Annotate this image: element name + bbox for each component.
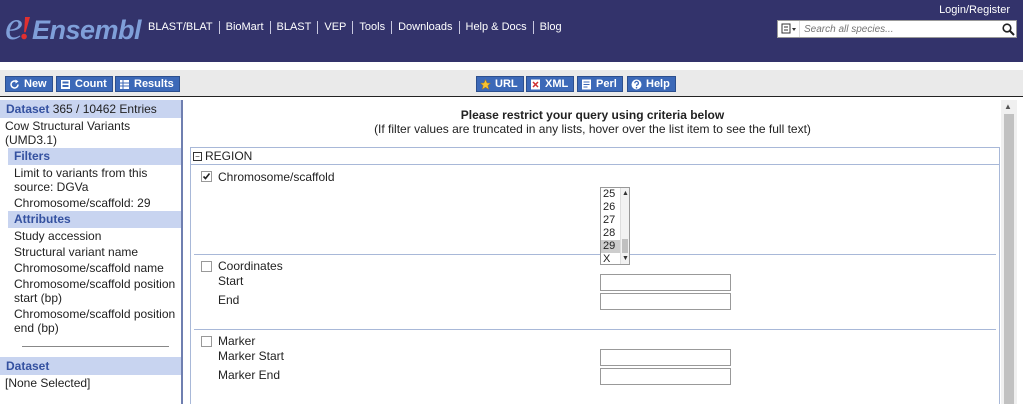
marker-filter: Marker Marker Start Marker End: [194, 330, 996, 404]
chromosome-option[interactable]: 25: [601, 188, 621, 201]
sidebar-divider: [22, 346, 169, 347]
attribute-summary-item: Structural variant name: [14, 245, 139, 259]
attribute-summary-item: Chromosome/scaffold position start (bp): [14, 277, 176, 305]
coordinates-checkbox[interactable]: [201, 261, 212, 272]
filter-panel: Please restrict your query using criteri…: [185, 100, 1000, 404]
region-section: − REGION Chromosome/scaffold 25 26 27 28…: [190, 147, 1000, 404]
attribute-summary-item: Chromosome/scaffold position end (bp): [14, 307, 176, 335]
new-button[interactable]: New: [5, 76, 53, 92]
page-scroll-thumb[interactable]: [1004, 114, 1014, 404]
refresh-icon: [9, 79, 20, 90]
nav-biomart[interactable]: BioMart: [220, 21, 271, 34]
panel-title: Please restrict your query using criteri…: [460, 108, 725, 122]
results-button[interactable]: Results: [115, 76, 180, 92]
count-icon: [60, 79, 71, 90]
dataset-name: Cow Structural Variants (UMD3.1): [5, 119, 131, 147]
chromosome-filter: Chromosome/scaffold 25 26 27 28 29 X ▲ ▼: [194, 166, 996, 265]
start-label: Start: [218, 274, 244, 288]
url-button[interactable]: URL: [476, 76, 524, 92]
page-scrollbar[interactable]: ▲: [1001, 100, 1017, 404]
filters-header[interactable]: Filters: [8, 148, 181, 165]
xml-label: XML: [545, 78, 569, 90]
chromosome-checkbox[interactable]: [201, 171, 212, 182]
nav-vep[interactable]: VEP: [318, 21, 354, 34]
xml-icon: [530, 79, 541, 90]
dataset2-value: [None Selected]: [5, 376, 91, 390]
scroll-up-icon[interactable]: ▲: [622, 190, 629, 197]
start-input[interactable]: [600, 274, 731, 291]
dataset-header[interactable]: Dataset 365 / 10462 Entries: [0, 100, 181, 118]
star-icon: [480, 78, 491, 90]
login-register-link[interactable]: Login/Register: [939, 4, 1010, 16]
nav-blast[interactable]: BLAST: [271, 21, 319, 34]
coordinates-filter: Coordinates Start End: [194, 255, 996, 330]
coordinates-label: Coordinates: [218, 259, 283, 273]
chromosome-option[interactable]: 26: [601, 201, 621, 214]
dataset-label: Dataset: [6, 102, 50, 116]
xml-button[interactable]: XML: [526, 76, 575, 92]
top-nav: BLAST/BLAT BioMart BLAST VEP Tools Downl…: [148, 21, 568, 34]
end-label: End: [218, 293, 240, 307]
region-label: REGION: [205, 149, 253, 163]
marker-label: Marker: [218, 334, 256, 348]
results-icon: [119, 79, 130, 90]
toolbar: New Count Results URL XML Perl Help: [0, 70, 1023, 97]
collapse-icon[interactable]: −: [193, 151, 202, 161]
help-icon: [631, 79, 642, 90]
marker-start-input[interactable]: [600, 349, 731, 366]
nav-tools[interactable]: Tools: [353, 21, 393, 34]
marker-end-input[interactable]: [600, 368, 731, 385]
logo-bang: !: [18, 10, 32, 47]
species-selector-icon[interactable]: [778, 21, 800, 37]
help-button[interactable]: Help: [627, 76, 676, 92]
attribute-summary-item: Study accession: [14, 229, 102, 243]
perl-icon: [581, 79, 592, 90]
attribute-summary-item: Chromosome/scaffold name: [14, 261, 164, 275]
panel-subtitle: (If filter values are truncated in any l…: [374, 122, 811, 136]
chromosome-listbox[interactable]: 25 26 27 28 29 X ▲ ▼: [600, 187, 630, 265]
masthead: e! Ensembl BLAST/BLAT BioMart BLAST VEP T…: [0, 0, 1023, 62]
search-icon[interactable]: [1000, 21, 1016, 37]
count-label: Count: [75, 78, 107, 90]
url-label: URL: [495, 78, 518, 90]
count-button[interactable]: Count: [56, 76, 113, 92]
summary-sidebar: Dataset 365 / 10462 Entries Cow Structur…: [0, 100, 183, 404]
marker-end-label: Marker End: [218, 368, 281, 382]
attributes-header[interactable]: Attributes: [8, 211, 181, 228]
chromosome-label: Chromosome/scaffold: [218, 170, 335, 184]
search-input[interactable]: [800, 21, 1000, 37]
chromosome-option[interactable]: 28: [601, 227, 621, 240]
filter-summary-source: Limit to variants from this source: DGVa: [14, 166, 148, 194]
scroll-up-icon[interactable]: ▲: [1004, 102, 1012, 111]
marker-start-label: Marker Start: [218, 349, 285, 363]
chromosome-option[interactable]: 27: [601, 214, 621, 227]
region-header[interactable]: − REGION: [191, 148, 999, 165]
ensembl-logo[interactable]: e! Ensembl: [5, 6, 142, 47]
listbox-scrollbar[interactable]: ▲ ▼: [620, 188, 629, 264]
help-label: Help: [646, 78, 670, 90]
nav-blast-blat[interactable]: BLAST/BLAT: [148, 21, 220, 34]
dataset2-header[interactable]: Dataset: [0, 357, 181, 375]
new-label: New: [24, 78, 47, 90]
end-input[interactable]: [600, 293, 731, 310]
nav-blog[interactable]: Blog: [534, 21, 568, 34]
chromosome-option-selected[interactable]: 29: [601, 240, 621, 253]
perl-button[interactable]: Perl: [577, 76, 623, 92]
results-label: Results: [134, 78, 174, 90]
perl-label: Perl: [596, 78, 617, 90]
nav-downloads[interactable]: Downloads: [392, 21, 460, 34]
marker-checkbox[interactable]: [201, 336, 212, 347]
nav-help-docs[interactable]: Help & Docs: [460, 21, 534, 34]
logo-word: Ensembl: [32, 15, 142, 45]
dataset-count: 365 / 10462 Entries: [52, 102, 157, 116]
listbox-scroll-thumb[interactable]: [622, 239, 628, 253]
filter-summary-chromosome: Chromosome/scaffold: 29: [14, 196, 151, 210]
species-search: [777, 20, 1017, 38]
